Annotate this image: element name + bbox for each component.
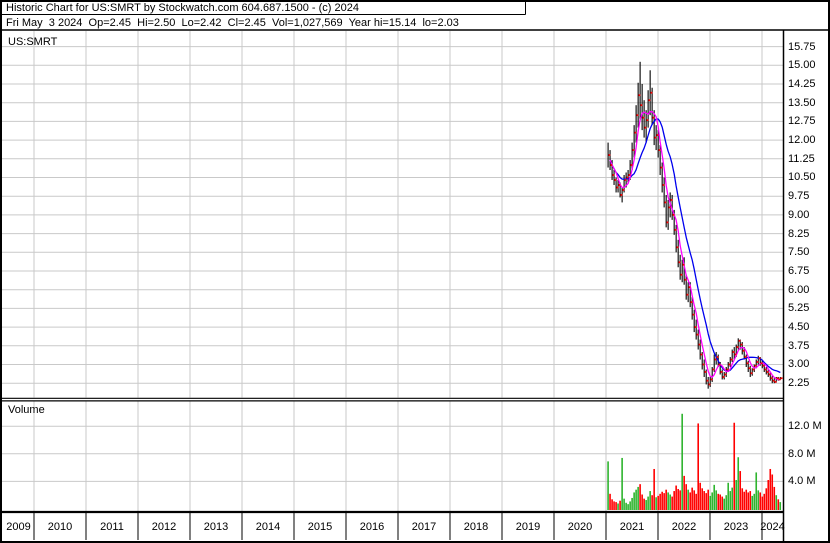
price-tick-label: 6.00 xyxy=(788,283,810,296)
price-tick-label: 3.00 xyxy=(788,358,810,371)
stockwatch-historic-chart-window: Historic Chart for US:SMRT by Stockwatch… xyxy=(0,0,830,543)
year-label: 2015 xyxy=(307,521,333,533)
year-label: 2012 xyxy=(151,521,177,533)
price-tick-label: 3.75 xyxy=(788,339,810,352)
price-tick-label: 6.75 xyxy=(788,264,810,277)
chart-canvas xyxy=(0,0,830,543)
year-label: 2017 xyxy=(411,521,437,533)
volume-tick-label: 8.0 M xyxy=(788,447,816,460)
price-tick-label: 8.25 xyxy=(788,227,810,240)
symbol-label: US:SMRT xyxy=(8,36,58,48)
year-label: 2020 xyxy=(567,521,593,533)
price-tick-label: 4.50 xyxy=(788,321,810,334)
price-tick-label: 2.25 xyxy=(788,377,810,390)
year-label: 2021 xyxy=(619,521,645,533)
chart-frame xyxy=(0,0,830,543)
volume-series xyxy=(607,413,782,510)
price-tick-label: 12.75 xyxy=(788,115,816,128)
volume-pane-label: Volume xyxy=(8,404,45,416)
quote-summary-line: Fri May 3 2024 Op=2.45 Hi=2.50 Lo=2.42 C… xyxy=(6,17,459,29)
gridlines xyxy=(2,31,783,511)
price-tick-label: 7.50 xyxy=(788,246,810,259)
price-tick-label: 13.50 xyxy=(788,96,816,109)
price-tick-label: 10.50 xyxy=(788,171,816,184)
price-tick-label: 15.00 xyxy=(788,59,816,72)
price-tick-label: 5.25 xyxy=(788,302,810,315)
year-label: 2022 xyxy=(671,521,697,533)
year-label: 2010 xyxy=(47,521,73,533)
price-series xyxy=(607,61,783,389)
price-tick-label: 9.75 xyxy=(788,190,810,203)
year-label: 2016 xyxy=(359,521,385,533)
volume-tick-label: 4.0 M xyxy=(788,475,816,488)
year-label: 2024 xyxy=(760,521,785,533)
price-tick-label: 15.75 xyxy=(788,40,816,53)
price-tick-label: 9.00 xyxy=(788,208,810,221)
chart-title: Historic Chart for US:SMRT by Stockwatch… xyxy=(6,2,359,14)
year-label: 2013 xyxy=(203,521,229,533)
price-tick-label: 14.25 xyxy=(788,77,816,90)
price-tick-label: 12.00 xyxy=(788,134,816,147)
volume-tick-label: 12.0 M xyxy=(788,420,822,433)
year-label: 2011 xyxy=(100,521,124,533)
year-label: 2018 xyxy=(463,521,489,533)
price-tick-label: 11.25 xyxy=(788,152,815,165)
year-label: 2019 xyxy=(515,521,541,533)
year-label: 2014 xyxy=(255,521,281,533)
